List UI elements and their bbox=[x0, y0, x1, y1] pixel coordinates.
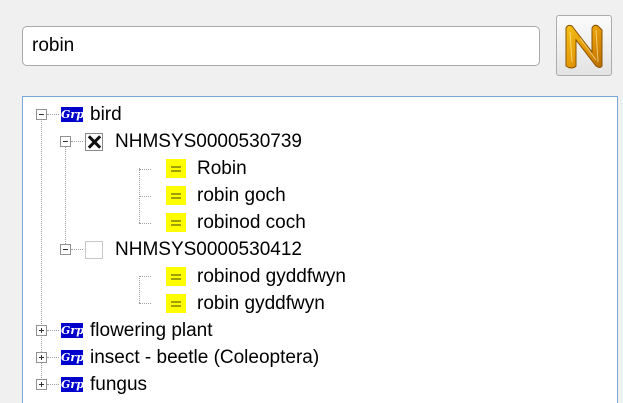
tree-name-row[interactable]: robinod gyddfwyn bbox=[166, 263, 346, 290]
group-icon: Grp bbox=[61, 323, 84, 338]
collapse-icon[interactable] bbox=[36, 109, 47, 120]
tree-name-row[interactable]: Robin bbox=[166, 155, 247, 182]
name-label: robinod gyddfwyn bbox=[197, 265, 346, 287]
name-icon bbox=[166, 294, 186, 313]
tree-group-bird[interactable]: Grp bird bbox=[36, 101, 122, 128]
name-icon bbox=[166, 159, 186, 178]
name-label: robin gyddfwyn bbox=[197, 292, 325, 314]
expand-icon[interactable] bbox=[36, 325, 47, 336]
logo-button[interactable] bbox=[556, 15, 612, 76]
tree-name-row[interactable]: robin goch bbox=[166, 182, 286, 209]
collapse-icon[interactable] bbox=[60, 136, 71, 147]
tree-taxon-row[interactable]: NHMSYS0000530412 bbox=[60, 236, 302, 263]
group-label: fungus bbox=[90, 373, 148, 395]
group-label: flowering plant bbox=[90, 319, 213, 341]
taxon-tree[interactable]: Grp bird NHMSYS0000530739 Robin robin go… bbox=[22, 96, 618, 403]
name-label: robinod coch bbox=[197, 211, 306, 233]
name-label: robin goch bbox=[197, 184, 286, 206]
group-label: bird bbox=[90, 103, 122, 125]
taxon-checkbox[interactable] bbox=[85, 240, 103, 259]
taxon-label: NHMSYS0000530739 bbox=[115, 130, 302, 152]
search-input[interactable]: robin bbox=[22, 26, 540, 66]
name-label: Robin bbox=[197, 157, 247, 179]
expand-icon[interactable] bbox=[36, 379, 47, 390]
group-icon: Grp bbox=[61, 350, 84, 365]
taxon-label: NHMSYS0000530412 bbox=[115, 238, 302, 260]
tree-group-fungus[interactable]: Grp fungus bbox=[36, 371, 147, 398]
group-icon: Grp bbox=[61, 107, 84, 122]
group-label: insect - beetle (Coleoptera) bbox=[90, 346, 320, 368]
collapse-icon[interactable] bbox=[60, 244, 71, 255]
expand-icon[interactable] bbox=[36, 352, 47, 363]
name-icon bbox=[166, 213, 186, 232]
tree-group-insect-beetle[interactable]: Grp insect - beetle (Coleoptera) bbox=[36, 344, 319, 371]
tree-taxon-row[interactable]: NHMSYS0000530739 bbox=[60, 128, 302, 155]
name-icon bbox=[166, 267, 186, 286]
tree-name-row[interactable]: robin gyddfwyn bbox=[166, 290, 325, 317]
group-icon: Grp bbox=[61, 377, 84, 392]
tree-name-row[interactable]: robinod coch bbox=[166, 209, 306, 236]
n-logo-icon bbox=[565, 24, 603, 69]
taxon-checkbox[interactable] bbox=[85, 132, 103, 151]
tree-group-flowering-plant[interactable]: Grp flowering plant bbox=[36, 317, 213, 344]
name-icon bbox=[166, 186, 186, 205]
